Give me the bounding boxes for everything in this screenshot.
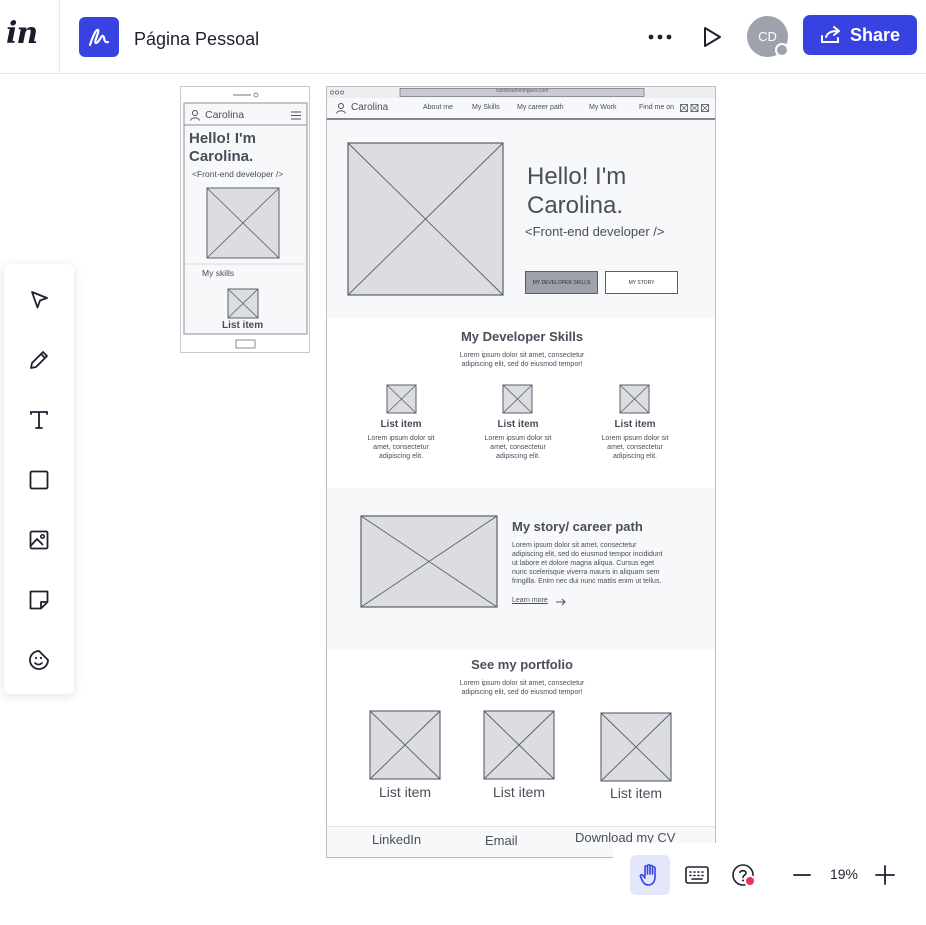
logo-divider [59,0,60,74]
story-title: My story/ career path [512,519,643,534]
footer-email-link[interactable]: Email [485,833,518,848]
smiley-sticker-icon [29,650,49,670]
skill-item-title: List item [614,419,656,430]
play-icon [704,27,721,47]
pan-hand-button[interactable] [630,855,670,895]
desktop-wireframe-frame[interactable]: carolinadomingues.com Carolina About me … [326,86,716,858]
skill-item-description: Lorem ipsum dolor sit amet, consectetur ad… [601,435,669,460]
developer-skills-button[interactable]: MY DEVELOPER SKILLS [525,271,598,294]
keyboard-icon [685,866,709,884]
share-arrow-icon [820,26,840,43]
skill-image-placeholder [619,384,650,414]
nav-career-path[interactable]: My career path [517,104,564,111]
hero-subtitle: <Front-end developer /> [525,224,665,239]
mobile-brand: Carolina [205,109,245,121]
mobile-wireframe-frame[interactable]: Carolina Hello! I'm Carolina. <Front-end… [180,86,310,353]
share-button[interactable]: Share [803,15,917,55]
skills-title: My Developer Skills [460,329,584,344]
help-button[interactable] [723,855,763,895]
portfolio-image-placeholder[interactable] [483,710,555,780]
sticky-note-icon [29,590,49,610]
pen-tool[interactable] [19,340,59,380]
mobile-hero-image-placeholder [206,187,280,259]
tools-panel [4,264,74,694]
zoom-out-button[interactable] [784,857,820,893]
text-t-icon [30,411,48,429]
notification-dot [744,875,756,887]
mobile-hero-title: Hello! I'm Carolina. [189,130,256,165]
skill-item-description: Lorem ipsum dolor sit amet, consectetur ad… [367,435,435,460]
skills-description: Lorem ipsum dolor sit amet, consectetur … [459,352,585,368]
image-icon [29,530,49,550]
zoom-in-button[interactable] [867,857,903,893]
image-tool[interactable] [19,520,59,560]
mobile-hero-subtitle: <Front-end developer /> [192,169,284,179]
portfolio-image-placeholder[interactable] [600,712,672,782]
skill-image-placeholder [386,384,417,414]
select-tool[interactable] [19,280,59,320]
shape-tool[interactable] [19,460,59,500]
portfolio-item-title: List item [378,784,432,800]
skill-item-title: List item [380,419,422,430]
mobile-list-item: List item [222,320,264,331]
portfolio-image-placeholder[interactable] [369,710,441,780]
invision-logo[interactable]: in [6,16,40,52]
hero-title: Hello! I'm Carolina. [527,163,627,219]
portfolio-item-title: List item [492,784,546,800]
user-icon [190,110,200,121]
portfolio-description: Lorem ipsum dolor sit amet, consectetur … [459,680,585,696]
nav-my-skills[interactable]: My Skills [472,104,500,111]
arrow-right-icon [556,598,566,606]
keyboard-shortcuts-button[interactable] [677,855,717,895]
user-icon [336,103,346,114]
present-button[interactable] [696,20,728,54]
desktop-brand: Carolina [351,102,389,113]
nav-my-work[interactable]: My Work [589,104,616,111]
freehand-app-icon[interactable] [79,17,119,57]
presence-status-dot [775,43,789,57]
skill-item-description: Lorem ipsum dolor sit amet, consectetur ad… [484,435,552,460]
text-tool[interactable] [19,400,59,440]
cursor-arrow-icon [31,291,48,309]
sticky-note-tool[interactable] [19,580,59,620]
skill-item-title: List item [497,419,539,430]
more-dots-icon [648,34,672,40]
share-button-label: Share [849,24,901,45]
skill-image-placeholder [502,384,533,414]
footer-linkedin-link[interactable]: LinkedIn [372,832,421,847]
minus-icon [793,874,811,876]
top-bar: in Página Pessoal CD Share [0,0,926,74]
mobile-skill-image-placeholder [227,288,259,319]
zoom-level[interactable]: 19% [822,866,866,882]
portfolio-title: See my portfolio [471,657,573,672]
nav-find-me-on[interactable]: Find me on [639,104,674,111]
more-options-button[interactable] [644,22,676,52]
portfolio-item-title: List item [609,785,663,801]
story-description: Lorem ipsum dolor sit amet, consectetur … [512,542,663,585]
sticker-tool[interactable] [19,640,59,680]
hamburger-menu-icon[interactable] [291,111,301,120]
hand-icon [639,864,656,886]
plus-icon [875,865,895,885]
my-story-button[interactable]: MY STORY [605,271,678,294]
story-image-placeholder [360,515,498,608]
document-title[interactable]: Página Pessoal [134,29,259,50]
hero-image-placeholder [347,142,504,296]
pencil-icon [30,351,48,369]
nav-about-me[interactable]: About me [423,104,453,111]
browser-url: carolinadomingues.com [495,88,549,94]
square-icon [29,470,49,490]
mobile-skills-label: My skills [202,268,235,278]
learn-more-link[interactable]: Learn more [512,597,548,604]
freehand-squiggle-icon [88,28,110,47]
social-icons[interactable] [680,104,710,112]
